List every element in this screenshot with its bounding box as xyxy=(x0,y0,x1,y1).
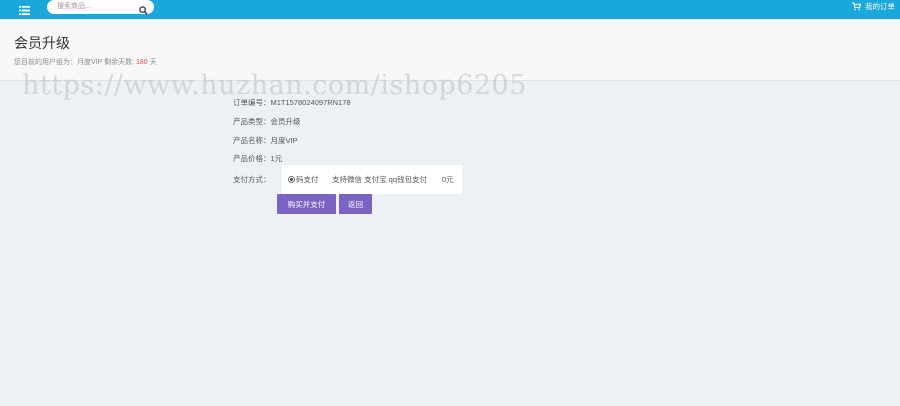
days-unit: 天 xyxy=(147,59,157,66)
my-orders-label: 我的订单 xyxy=(865,1,895,11)
payment-fee: 0元 xyxy=(442,175,454,184)
product-type-label: 产品类型： xyxy=(233,117,271,126)
payment-option-label: 码支付 xyxy=(296,175,319,184)
user-group-info: 您目前的用户组为：月度VIP 剩余天数: 180 天 xyxy=(14,57,157,67)
search-box xyxy=(47,0,154,15)
cart-icon xyxy=(852,1,861,10)
payment-row: 支付方式： 码支付 支持微信 支付宝 qq钱包支付 0元 xyxy=(233,165,462,194)
price-row: 产品价格：1元 xyxy=(233,153,282,165)
order-no-row: 订单编号：M1T1578024097RN178 xyxy=(233,97,351,109)
radio-selected-dot xyxy=(290,178,293,181)
search-icon[interactable] xyxy=(139,2,148,15)
payment-radio[interactable] xyxy=(288,176,295,183)
product-name-value: 月度VIP xyxy=(270,136,298,145)
remaining-days: 180 xyxy=(136,59,148,66)
price-value: 1元 xyxy=(270,154,283,163)
payment-option[interactable]: 码支付 xyxy=(282,174,330,185)
page-title: 会员升级 xyxy=(14,35,70,51)
order-no-label: 订单编号： xyxy=(233,98,271,107)
product-type-row: 产品类型：会员升级 xyxy=(233,116,301,128)
payment-option-table: 码支付 支持微信 支付宝 qq钱包支付 0元 xyxy=(282,165,462,194)
buy-and-pay-button[interactable]: 购买并支付 xyxy=(277,194,336,214)
product-name-label: 产品名称： xyxy=(233,136,271,145)
payment-label: 支付方式： xyxy=(233,175,271,184)
search-input[interactable] xyxy=(57,1,135,12)
top-navbar: 我的订单 xyxy=(0,0,900,19)
payment-desc: 支持微信 支付宝 qq钱包支付 xyxy=(332,175,428,184)
menu-icon[interactable] xyxy=(19,3,31,16)
product-type-value: 会员升级 xyxy=(270,117,301,126)
back-button[interactable]: 返回 xyxy=(339,194,372,214)
product-name-row: 产品名称：月度VIP xyxy=(233,135,298,147)
my-orders-link[interactable]: 我的订单 xyxy=(852,1,895,11)
price-label: 产品价格： xyxy=(233,154,271,163)
user-group-text: 您目前的用户组为：月度VIP 剩余天数: xyxy=(14,59,136,66)
order-no-value: M1T1578024097RN178 xyxy=(270,98,351,107)
